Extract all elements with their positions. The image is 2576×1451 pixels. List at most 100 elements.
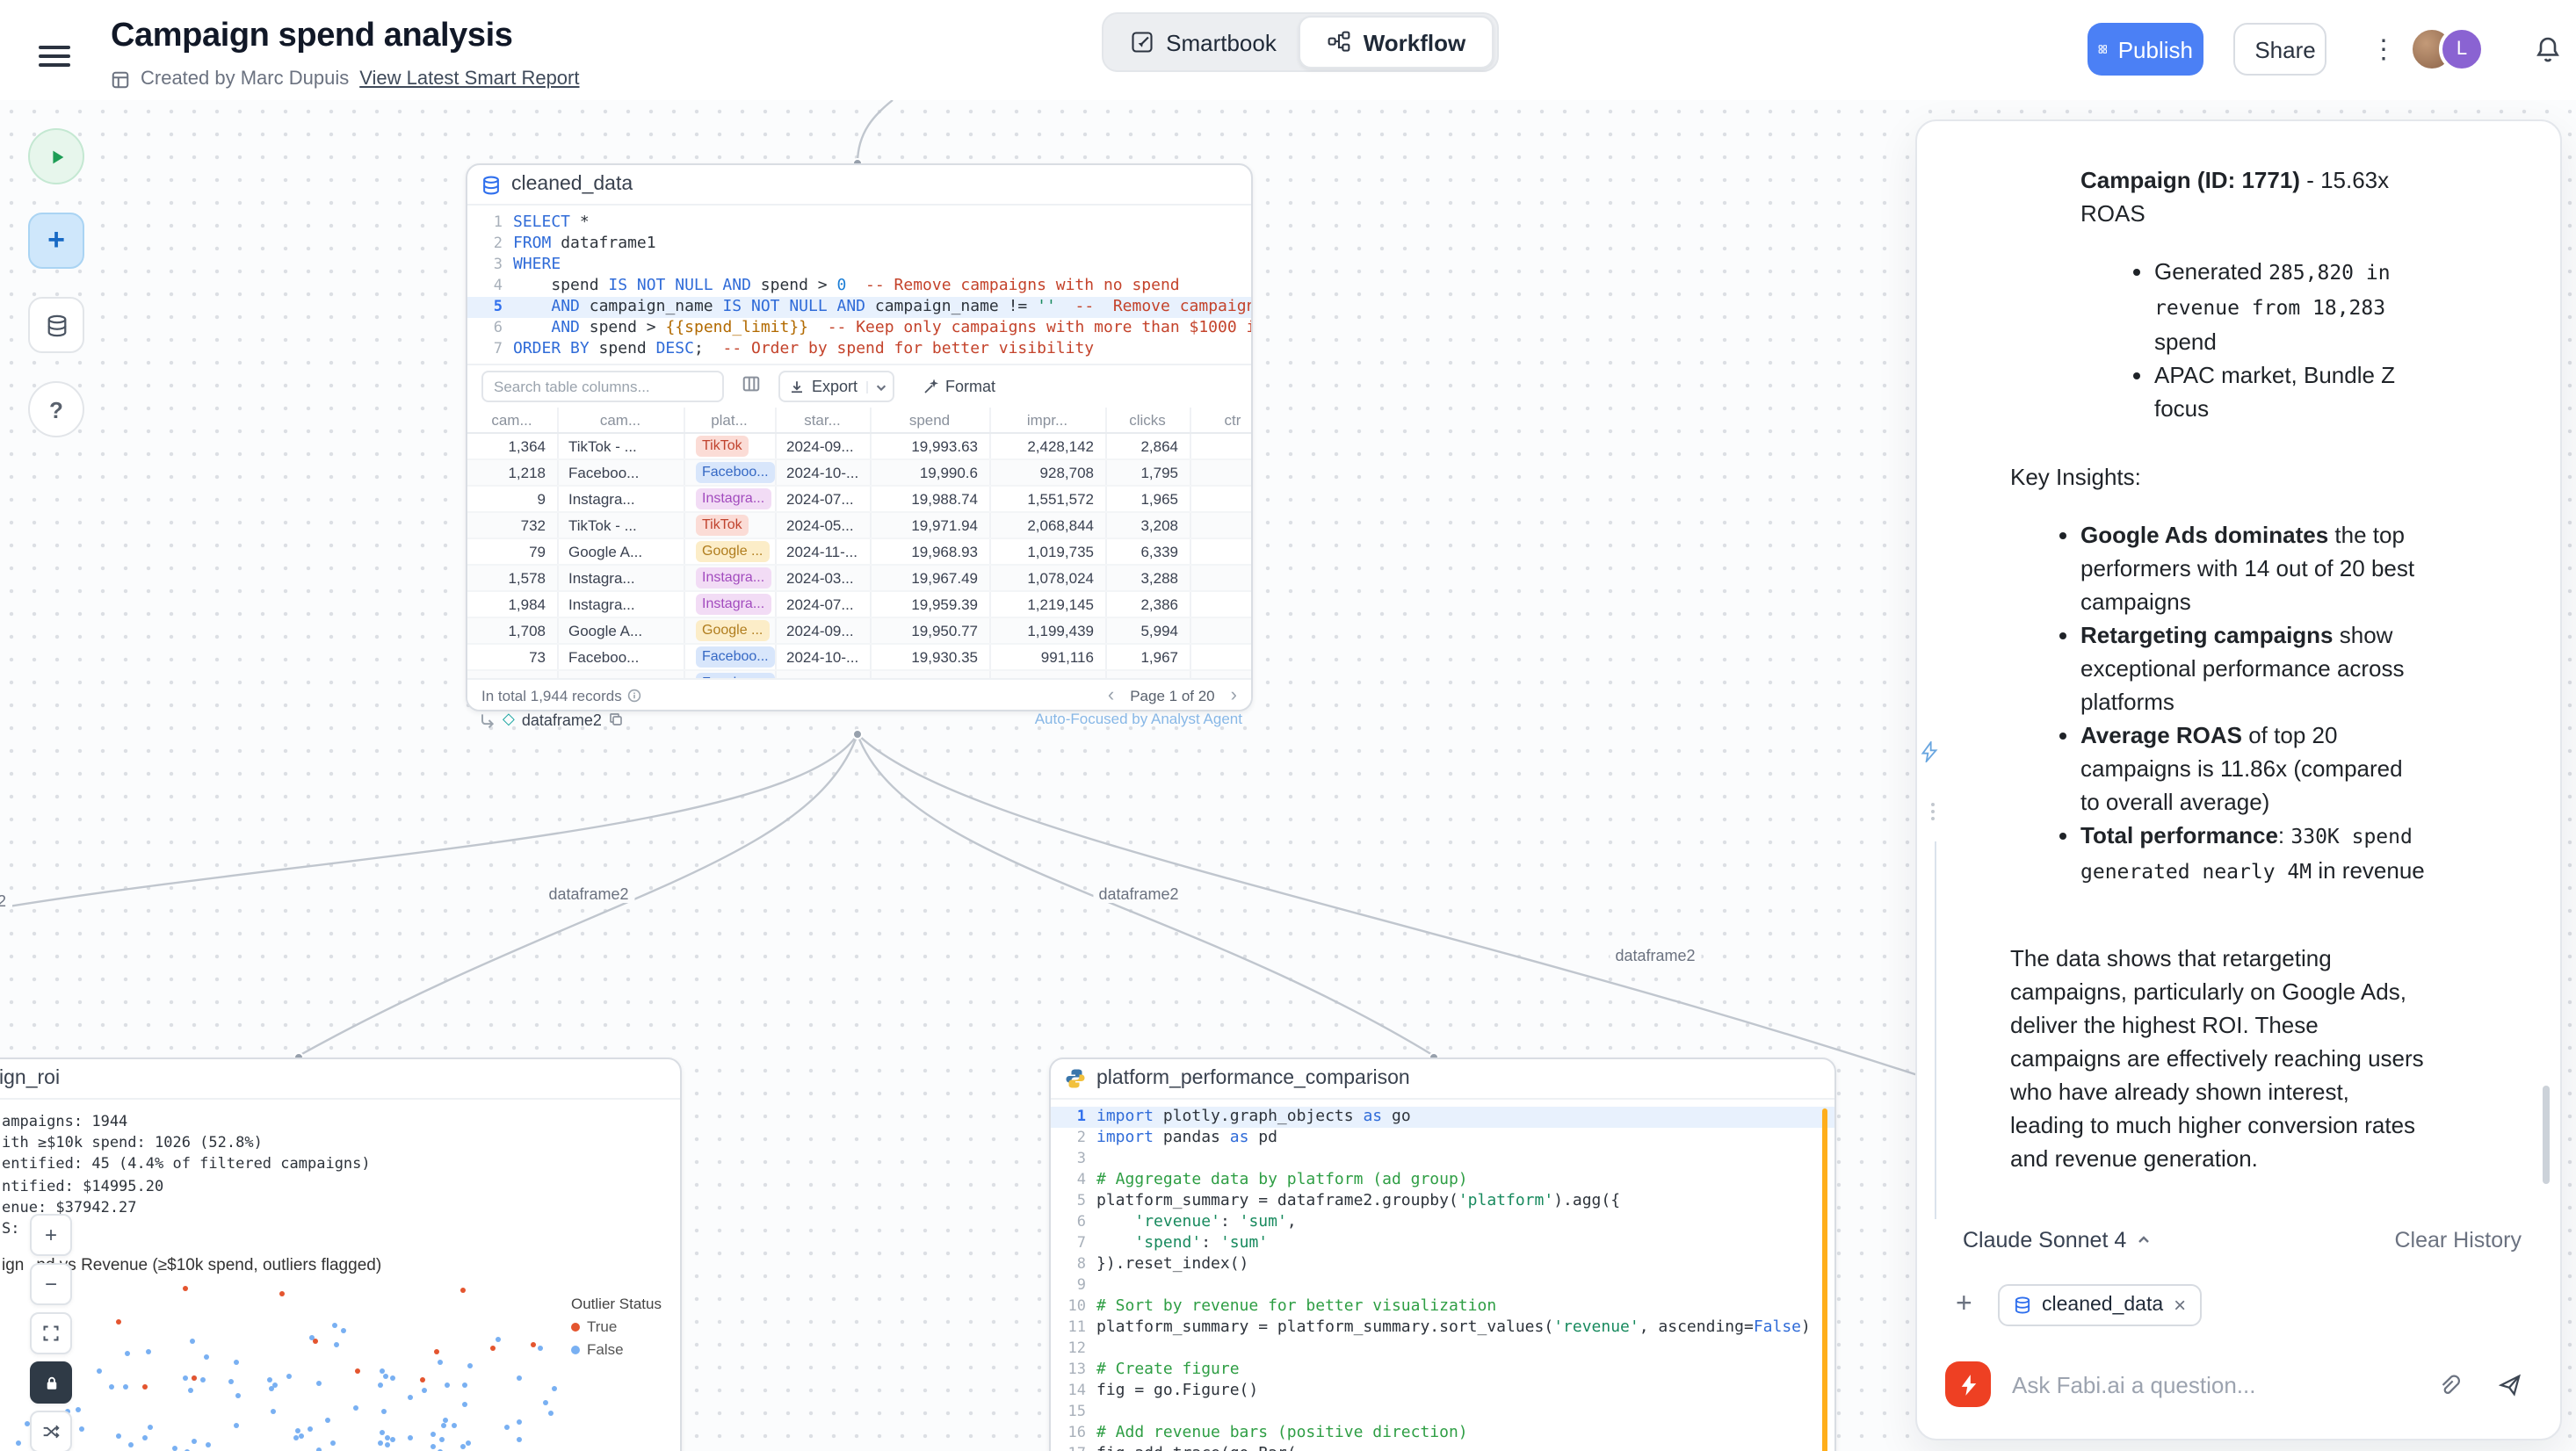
- code-line[interactable]: 7ORDER BY spend DESC; -- Order by spend …: [467, 339, 1251, 360]
- notifications-button[interactable]: [2523, 33, 2572, 70]
- hamburger-menu-icon[interactable]: [39, 40, 70, 72]
- context-chip[interactable]: cleaned_data ×: [1998, 1284, 2202, 1326]
- table-row[interactable]: 1,984Instagra...Instagra...2024-07...19,…: [467, 591, 1251, 617]
- prev-page-icon[interactable]: ‹: [1108, 686, 1114, 704]
- columns-icon[interactable]: [742, 371, 761, 402]
- code-line[interactable]: 9: [1051, 1275, 1834, 1296]
- copy-icon[interactable]: [609, 711, 625, 727]
- next-page-icon[interactable]: ›: [1231, 686, 1237, 704]
- column-header[interactable]: plat...: [684, 408, 775, 433]
- code-line[interactable]: 15: [1051, 1402, 1834, 1423]
- drag-handle-icon[interactable]: [1928, 799, 1938, 824]
- data-sources-button[interactable]: [28, 297, 84, 353]
- add-context-button[interactable]: +: [1945, 1288, 1980, 1323]
- node-platform-performance[interactable]: platform_performance_comparison 1import …: [1049, 1058, 1836, 1451]
- result-table[interactable]: cam...cam...plat...star...spendimpr...cl…: [467, 408, 1251, 683]
- code-line[interactable]: 4 spend IS NOT NULL AND spend > 0 -- Rem…: [467, 276, 1251, 297]
- table-row[interactable]: 1,218Faceboo...Faceboo...2024-10-...19,9…: [467, 459, 1251, 486]
- fit-view-button[interactable]: [30, 1312, 72, 1354]
- code-line[interactable]: 17fig.add_trace(go.Bar(: [1051, 1444, 1834, 1451]
- table-row[interactable]: 732TikTok - ...TikTok2024-05...19,971.94…: [467, 512, 1251, 538]
- scatter-plot[interactable]: [5, 1270, 568, 1451]
- share-button[interactable]: Share: [2233, 23, 2326, 76]
- chat-transcript[interactable]: Campaign (ID: 1771) - 15.63x ROASGenerat…: [2010, 121, 2425, 1217]
- avatar-group[interactable]: L: [2409, 26, 2485, 72]
- auto-layout-button[interactable]: [30, 1411, 72, 1451]
- code-line[interactable]: 6 AND spend > {{spend_limit}} -- Keep on…: [467, 318, 1251, 339]
- code-line[interactable]: 12: [1051, 1339, 1834, 1360]
- panel-pin-icon[interactable]: [1921, 740, 1938, 771]
- python-editor[interactable]: 1import plotly.graph_objects as go2impor…: [1051, 1100, 1834, 1451]
- page-indicator: Page 1 of 20: [1130, 686, 1214, 704]
- view-latest-smart-report-link[interactable]: View Latest Smart Report: [359, 69, 579, 90]
- code-line[interactable]: 5platform_summary = dataframe2.groupby('…: [1051, 1191, 1834, 1212]
- legend-item-false[interactable]: False: [571, 1340, 662, 1358]
- lock-button[interactable]: [30, 1361, 72, 1404]
- format-button[interactable]: Format: [912, 376, 1006, 397]
- code-line[interactable]: 7 'spend': 'sum': [1051, 1233, 1834, 1254]
- table-row[interactable]: 1,364TikTok - ...TikTok2024-09...19,993.…: [467, 433, 1251, 459]
- legend-item-true[interactable]: True: [571, 1317, 662, 1335]
- chat-scrollbar[interactable]: [2543, 1086, 2550, 1184]
- table-row[interactable]: 1,578Instagra...Instagra...2024-03...19,…: [467, 565, 1251, 591]
- column-header[interactable]: spend: [870, 408, 989, 433]
- code-line[interactable]: 1SELECT *: [467, 213, 1251, 234]
- column-header[interactable]: impr...: [989, 408, 1105, 433]
- column-header[interactable]: star...: [775, 408, 870, 433]
- code-line[interactable]: 5 AND campaign_name IS NOT NULL AND camp…: [467, 297, 1251, 318]
- result-table-wrap[interactable]: cam...cam...plat...star...spendimpr...cl…: [467, 408, 1251, 683]
- code-line[interactable]: 4# Aggregate data by platform (ad group): [1051, 1170, 1834, 1191]
- output-tag-row[interactable]: ◇ dataframe2: [478, 710, 625, 729]
- code-line[interactable]: 2FROM dataframe1: [467, 234, 1251, 255]
- send-button[interactable]: [2488, 1371, 2532, 1397]
- code-line[interactable]: 6 'revenue': 'sum',: [1051, 1212, 1834, 1233]
- code-line[interactable]: 16# Add revenue bars (positive direction…: [1051, 1423, 1834, 1444]
- kebab-menu-icon[interactable]: ⋮: [2360, 28, 2395, 70]
- code-line[interactable]: 3: [1051, 1149, 1834, 1170]
- column-header[interactable]: cam...: [557, 408, 684, 433]
- close-icon[interactable]: ×: [2174, 1293, 2186, 1317]
- code-line[interactable]: 8}).reset_index(): [1051, 1254, 1834, 1275]
- code-scrollbar[interactable]: [1822, 1108, 1827, 1451]
- code-line[interactable]: 11platform_summary = platform_summary.so…: [1051, 1317, 1834, 1339]
- node-header[interactable]: campaign_roi: [0, 1059, 680, 1100]
- sql-editor[interactable]: 1SELECT *2FROM dataframe13WHERE4 spend I…: [467, 206, 1251, 364]
- port-bottom[interactable]: [853, 730, 862, 739]
- tab-workflow[interactable]: Workflow: [1299, 16, 1494, 69]
- code-line[interactable]: 13# Create figure: [1051, 1360, 1834, 1381]
- search-input[interactable]: [481, 371, 724, 402]
- model-selector[interactable]: Claude Sonnet 4: [1963, 1228, 2151, 1252]
- attach-button[interactable]: [2427, 1371, 2471, 1397]
- code-line[interactable]: 3WHERE: [467, 255, 1251, 276]
- code-line[interactable]: 10# Sort by revenue for better visualiza…: [1051, 1296, 1834, 1317]
- add-node-button[interactable]: +: [28, 213, 84, 269]
- run-workflow-button[interactable]: [28, 128, 84, 184]
- info-icon[interactable]: [627, 688, 641, 702]
- column-header[interactable]: clicks: [1105, 408, 1190, 433]
- table-row[interactable]: 73Faceboo...Faceboo...2024-10-...19,930.…: [467, 644, 1251, 670]
- panel-resize-divider[interactable]: [1935, 841, 1936, 1219]
- avatar-initial[interactable]: L: [2439, 26, 2485, 72]
- table-row[interactable]: 79Google A...Google ...2024-11-...19,968…: [467, 538, 1251, 565]
- zoom-in-button[interactable]: +: [30, 1214, 72, 1256]
- node-header[interactable]: platform_performance_comparison: [1051, 1059, 1834, 1100]
- column-header[interactable]: cam...: [467, 408, 557, 433]
- clear-history-button[interactable]: Clear History: [2384, 1226, 2533, 1254]
- table-row[interactable]: 9Instagra...Instagra...2024-07...19,988.…: [467, 486, 1251, 512]
- export-button[interactable]: Export: [778, 371, 894, 402]
- output-dataframe-label[interactable]: dataframe2: [522, 711, 602, 728]
- node-campaign-roi[interactable]: campaign_roi ampaigns: 1944ith ≥$10k spe…: [0, 1058, 682, 1451]
- column-header[interactable]: ctr: [1190, 408, 1251, 433]
- help-button[interactable]: ?: [28, 381, 84, 437]
- node-cleaned-data[interactable]: cleaned_data 1SELECT *2FROM dataframe13W…: [466, 163, 1253, 711]
- chevron-down-icon[interactable]: [866, 380, 893, 393]
- table-row[interactable]: 1,708Google A...Google ...2024-09...19,9…: [467, 617, 1251, 644]
- code-line[interactable]: 14fig = go.Figure(): [1051, 1381, 1834, 1402]
- tab-smartbook[interactable]: Smartbook: [1107, 18, 1299, 67]
- ask-fabi-input[interactable]: [2008, 1369, 2409, 1399]
- node-header[interactable]: cleaned_data: [467, 165, 1251, 206]
- zoom-out-button[interactable]: −: [30, 1263, 72, 1305]
- publish-button[interactable]: Publish: [2088, 23, 2203, 76]
- code-line[interactable]: 1import plotly.graph_objects as go: [1051, 1107, 1834, 1128]
- code-line[interactable]: 2import pandas as pd: [1051, 1128, 1834, 1149]
